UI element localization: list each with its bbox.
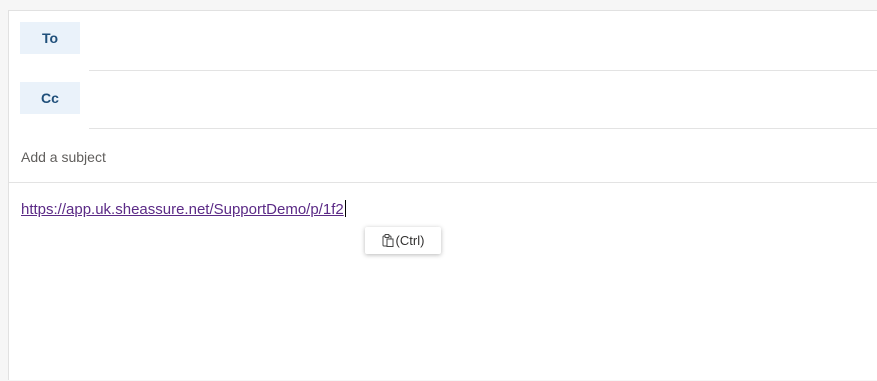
mail-compose-pane: To Cc https://app.uk.sheassure.net/Suppo… [8, 10, 877, 380]
cc-divider [89, 128, 877, 129]
to-row: To [9, 11, 877, 69]
subject-input[interactable] [21, 141, 861, 173]
paste-options-label: (Ctrl) [395, 233, 425, 248]
body-link[interactable]: https://app.uk.sheassure.net/SupportDemo… [21, 201, 344, 218]
clipboard-icon [382, 234, 394, 247]
cc-row: Cc [9, 71, 877, 129]
body-link-line: https://app.uk.sheassure.net/SupportDemo… [21, 200, 346, 218]
to-field[interactable] [91, 19, 875, 61]
cc-button[interactable]: Cc [20, 82, 80, 114]
paste-options-button[interactable]: (Ctrl) [365, 227, 441, 254]
cc-field[interactable] [91, 79, 875, 121]
text-caret [344, 200, 346, 217]
message-body[interactable]: https://app.uk.sheassure.net/SupportDemo… [9, 183, 877, 381]
to-button[interactable]: To [20, 22, 80, 54]
